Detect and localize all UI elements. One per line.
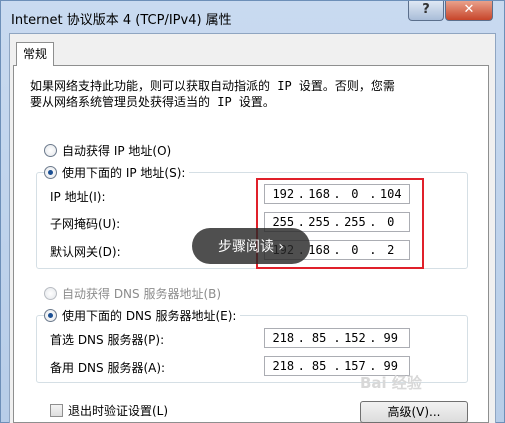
radio-checked-icon <box>44 165 57 179</box>
help-button[interactable]: ? <box>408 1 444 21</box>
radio-checked-icon <box>44 308 57 322</box>
preferred-dns-label: 首选 DNS 服务器(P): <box>50 333 165 347</box>
preferred-dns-field[interactable]: 218. 85. 152. 99 <box>264 328 410 348</box>
ip-octet: 157 <box>344 359 366 373</box>
step-reading-overlay[interactable]: 步骤阅读 › <box>192 228 310 264</box>
checkbox-icon <box>50 404 63 417</box>
ip-octet: 99 <box>383 331 398 345</box>
radio-icon <box>44 286 57 300</box>
radio-icon <box>44 143 57 157</box>
auto-ip-label: 自动获得 IP 地址(O) <box>62 143 172 158</box>
auto-ip-radio[interactable]: 自动获得 IP 地址(O) <box>44 141 171 159</box>
manual-ip-radio[interactable]: 使用下面的 IP 地址(S): <box>44 163 190 181</box>
subnet-mask-label: 子网掩码(U): <box>50 217 121 231</box>
ip-octet: 85 <box>311 359 327 373</box>
ip-octet: 152 <box>344 331 366 345</box>
advanced-button[interactable]: 高级(V)... <box>360 401 468 423</box>
auto-dns-label: 自动获得 DNS 服务器地址(B) <box>62 286 222 301</box>
validate-on-exit-checkbox[interactable]: 退出时验证设置(L) <box>50 402 168 419</box>
default-gateway-label: 默认网关(D): <box>50 245 121 259</box>
alternate-dns-label: 备用 DNS 服务器(A): <box>50 361 166 375</box>
baidu-watermark: Bai 经验 <box>360 374 422 392</box>
manual-ip-label: 使用下面的 IP 地址(S): <box>62 165 186 180</box>
ip-octet: 218 <box>272 331 295 345</box>
ip-octet: 99 <box>383 359 398 373</box>
manual-dns-label: 使用下面的 DNS 服务器地址(E): <box>62 308 237 323</box>
tab-general[interactable]: 常规 <box>16 42 54 66</box>
description-text: 如果网络支持此功能，则可以获取自动指派的 IP 设置。否则，您需 要从网络系统管… <box>30 79 395 109</box>
ip-octet: 85 <box>311 331 327 345</box>
ip-octet: 218 <box>272 359 295 373</box>
title-bar: Internet 协议版本 4 (TCP/IPv4) 属性 ? ✕ <box>1 1 504 33</box>
manual-dns-radio[interactable]: 使用下面的 DNS 服务器地址(E): <box>44 306 241 324</box>
close-button[interactable]: ✕ <box>445 1 493 21</box>
validate-on-exit-label: 退出时验证设置(L) <box>68 404 169 418</box>
ip-address-label: IP 地址(I): <box>50 190 106 204</box>
auto-dns-radio[interactable]: 自动获得 DNS 服务器地址(B) <box>44 284 221 302</box>
window-title: Internet 协议版本 4 (TCP/IPv4) 属性 <box>11 13 232 28</box>
